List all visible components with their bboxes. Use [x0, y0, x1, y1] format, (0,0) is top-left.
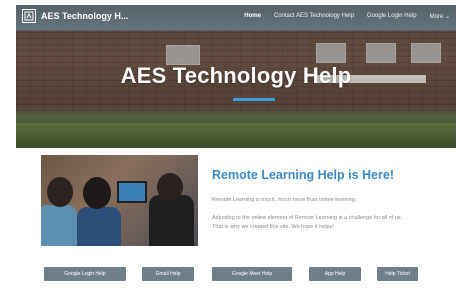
google-login-help-button[interactable]: Google Login Help — [44, 267, 126, 281]
help-ticket-button[interactable]: Help Ticket — [377, 267, 418, 281]
student-figure — [41, 205, 77, 246]
building-window — [316, 43, 346, 63]
main-nav: Home Contact AES Technology Help Google … — [244, 5, 450, 27]
hero-lawn — [16, 123, 456, 148]
building-window — [366, 43, 396, 63]
gmail-help-button[interactable]: Gmail Help — [142, 267, 194, 281]
help-buttons-row: Google Login Help Gmail Help Google Meet… — [0, 267, 458, 281]
page-title: AES Technology Help — [120, 63, 352, 88]
nav-item-contact[interactable]: Contact AES Technology Help — [274, 13, 354, 19]
students-at-computer-image — [41, 155, 198, 246]
student-head — [83, 177, 111, 209]
building-window — [166, 45, 200, 65]
school-logo-icon[interactable] — [22, 9, 36, 23]
student-head — [47, 177, 73, 207]
app-help-button[interactable]: App Help — [309, 267, 361, 281]
nav-item-more-dropdown[interactable]: More ⌄ — [430, 13, 450, 20]
nav-item-home[interactable]: Home — [244, 13, 261, 19]
student-head — [157, 173, 183, 201]
nav-item-google-login-help[interactable]: Google Login Help — [367, 13, 417, 19]
student-figure — [149, 195, 194, 246]
intro-paragraph: Remote Learning is much, much more than … — [212, 197, 357, 203]
section-headline: Remote Learning Help is Here! — [212, 168, 394, 182]
google-meet-help-button[interactable]: Google Meet Help — [212, 267, 292, 281]
top-navigation-bar: AES Technology H... Home Contact AES Tec… — [16, 5, 456, 27]
student-figure — [77, 207, 121, 246]
intro-paragraph-2: Adjusting to the online element of Remot… — [212, 215, 403, 230]
site-name-link[interactable]: AES Technology H... — [41, 11, 128, 21]
building-window — [411, 43, 441, 63]
computer-monitor — [117, 181, 147, 203]
hero-banner: AES Technology H... Home Contact AES Tec… — [16, 5, 456, 148]
title-accent-line — [233, 98, 275, 101]
